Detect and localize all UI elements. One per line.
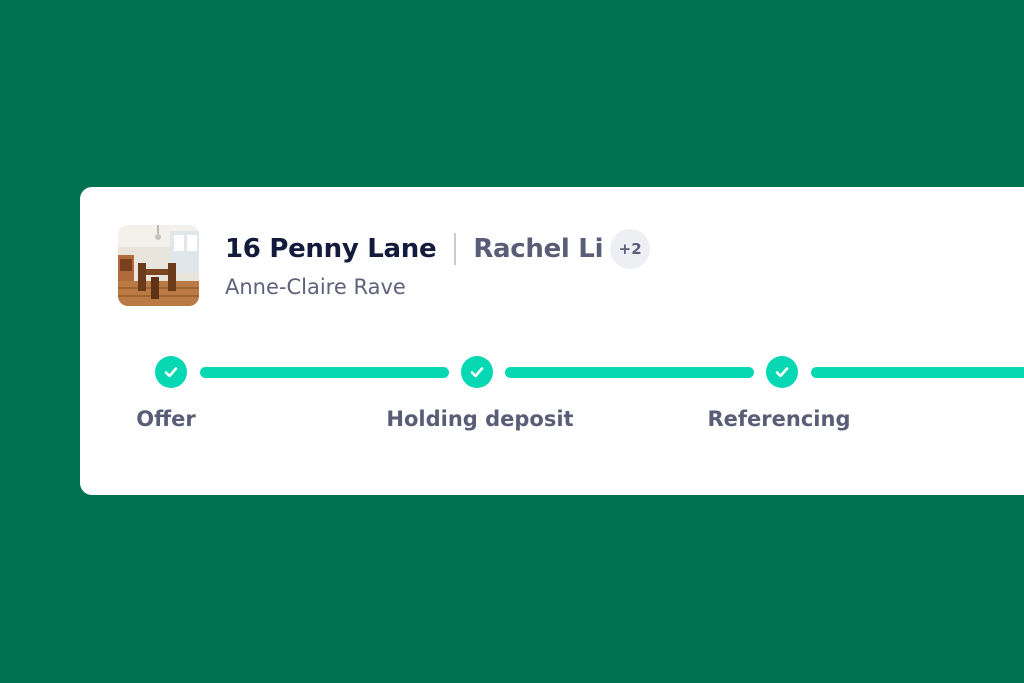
step-holding-deposit-check-icon xyxy=(461,356,493,388)
tenancy-progress-card[interactable]: 16 Penny Lane Rachel Li +2 Anne-Claire R… xyxy=(80,187,1024,495)
step-label-holding-deposit: Holding deposit xyxy=(386,407,574,431)
step-label-referencing: Referencing xyxy=(707,407,851,431)
step-label-offer: Offer xyxy=(136,407,196,431)
step-connector xyxy=(811,367,1024,378)
step-connector xyxy=(505,367,754,378)
step-referencing-check-icon xyxy=(766,356,798,388)
step-connector xyxy=(200,367,449,378)
progress-stepper: Offer Holding deposit Referencing xyxy=(80,187,1024,495)
step-offer-check-icon xyxy=(155,356,187,388)
